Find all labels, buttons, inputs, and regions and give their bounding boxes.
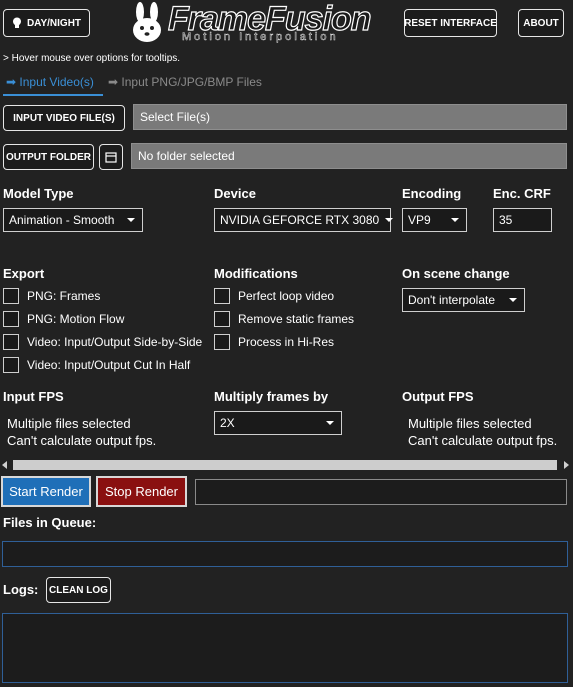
multiply-select[interactable]: 2X (214, 411, 342, 435)
input-fps-line2: Can't calculate output fps. (7, 433, 157, 448)
checkbox[interactable] (214, 334, 230, 350)
mod-option-label: Perfect loop video (238, 289, 335, 303)
output-fps-line2: Can't calculate output fps. (408, 433, 558, 448)
files-in-queue-heading: Files in Queue: (3, 515, 97, 530)
output-fps-line1: Multiple files selected (408, 416, 532, 431)
crf-input[interactable]: 35 (493, 208, 552, 232)
about-button[interactable]: ABOUT (518, 9, 564, 37)
scene-change-value: Don't interpolate (408, 293, 496, 307)
model-type-value: Animation - Smooth (9, 213, 115, 227)
export-option-side-by-side[interactable]: Video: Input/Output Side-by-Side (3, 334, 202, 350)
start-render-button[interactable]: Start Render (1, 476, 91, 507)
input-files-value: Select File(s) (140, 110, 211, 124)
output-fps-heading: Output FPS (402, 389, 474, 404)
horizontal-scrollbar[interactable] (2, 459, 569, 471)
about-label: ABOUT (523, 17, 559, 29)
modifications-heading: Modifications (214, 266, 298, 281)
scene-change-heading: On scene change (402, 266, 510, 281)
reset-interface-label: RESET INTERFACE (404, 17, 497, 29)
export-option-label: Video: Input/Output Cut In Half (27, 358, 191, 372)
checkbox[interactable] (3, 334, 19, 350)
input-fps-heading: Input FPS (3, 389, 64, 404)
logs-box[interactable] (2, 613, 568, 683)
clean-log-label: CLEAN LOG (49, 584, 108, 596)
export-heading: Export (3, 266, 45, 281)
mod-option-label: Remove static frames (238, 312, 355, 326)
checkbox[interactable] (3, 288, 19, 304)
export-option-label: Video: Input/Output Side-by-Side (27, 335, 203, 349)
files-in-queue-box[interactable] (2, 541, 568, 567)
tab-input-images[interactable]: ➡ Input PNG/JPG/BMP Files (108, 75, 262, 96)
multiply-heading: Multiply frames by (214, 389, 329, 404)
export-option-png-motion-flow[interactable]: PNG: Motion Flow (3, 311, 124, 327)
export-option-label: PNG: Frames (27, 289, 101, 303)
scene-change-select[interactable]: Don't interpolate (402, 288, 525, 312)
tab-input-images-label: ➡ Input PNG/JPG/BMP Files (108, 75, 262, 89)
input-video-files-button[interactable]: INPUT VIDEO FILE(S) (3, 105, 125, 131)
chevron-down-icon (127, 218, 135, 222)
device-select[interactable]: NVIDIA GEFORCE RTX 3080 (214, 208, 394, 232)
logo-subtitle: Motion Interpolation (182, 31, 339, 44)
encoding-select[interactable]: VP9 (402, 208, 467, 232)
render-progress-field (195, 479, 567, 505)
chevron-down-icon (509, 298, 517, 302)
mod-option-perfect-loop[interactable]: Perfect loop video (214, 288, 334, 304)
app-logo: FrameFusion Motion Interpolation (128, 0, 372, 46)
reset-interface-button[interactable]: RESET INTERFACE (404, 9, 497, 37)
input-video-files-label: INPUT VIDEO FILE(S) (13, 112, 115, 124)
chevron-down-icon (451, 218, 459, 222)
checkbox[interactable] (214, 288, 230, 304)
device-heading: Device (214, 186, 256, 201)
output-folder-button[interactable]: OUTPUT FOLDER (3, 144, 94, 170)
scroll-left-icon[interactable] (2, 461, 7, 469)
device-value: NVIDIA GEFORCE RTX 3080 (220, 213, 380, 227)
clean-log-button[interactable]: CLEAN LOG (46, 577, 111, 603)
crf-value: 35 (499, 213, 513, 227)
output-folder-value: No folder selected (138, 149, 235, 163)
scrollbar-thumb[interactable] (13, 460, 557, 470)
model-type-heading: Model Type (3, 186, 74, 201)
open-folder-button[interactable] (99, 144, 123, 170)
encoding-value: VP9 (408, 213, 431, 227)
chevron-down-icon (385, 218, 394, 222)
chevron-down-icon (326, 421, 334, 425)
lightbulb-icon (12, 17, 21, 28)
mod-option-label: Process in Hi-Res (238, 335, 335, 349)
tooltip-hint: > Hover mouse over options for tooltips. (3, 53, 181, 64)
model-type-select[interactable]: Animation - Smooth (3, 208, 143, 232)
scroll-right-icon[interactable] (564, 461, 569, 469)
day-night-label: DAY/NIGHT (26, 17, 82, 29)
stop-render-button[interactable]: Stop Render (96, 476, 187, 507)
input-fps-line1: Multiple files selected (7, 416, 131, 431)
mod-option-hi-res[interactable]: Process in Hi-Res (214, 334, 334, 350)
output-folder-label: OUTPUT FOLDER (6, 151, 91, 163)
export-option-label: PNG: Motion Flow (27, 312, 125, 326)
tab-input-videos-label: ➡ Input Video(s) (6, 75, 94, 89)
checkbox[interactable] (214, 311, 230, 327)
stop-render-label: Stop Render (105, 484, 178, 499)
multiply-value: 2X (220, 416, 235, 430)
rabbit-icon (133, 2, 161, 42)
export-option-cut-in-half[interactable]: Video: Input/Output Cut In Half (3, 357, 190, 373)
crf-heading: Enc. CRF (493, 186, 551, 201)
encoding-heading: Encoding (402, 186, 462, 201)
tab-input-videos[interactable]: ➡ Input Video(s) (3, 75, 103, 96)
export-option-png-frames[interactable]: PNG: Frames (3, 288, 100, 304)
logs-heading: Logs: (3, 582, 39, 597)
output-folder-field[interactable]: No folder selected (131, 143, 567, 169)
day-night-button[interactable]: DAY/NIGHT (3, 9, 90, 37)
mod-option-remove-static[interactable]: Remove static frames (214, 311, 354, 327)
checkbox[interactable] (3, 311, 19, 327)
start-render-label: Start Render (9, 484, 83, 499)
checkbox[interactable] (3, 357, 19, 373)
input-files-field[interactable]: Select File(s) (133, 104, 567, 130)
calendar-folder-icon (105, 152, 117, 163)
